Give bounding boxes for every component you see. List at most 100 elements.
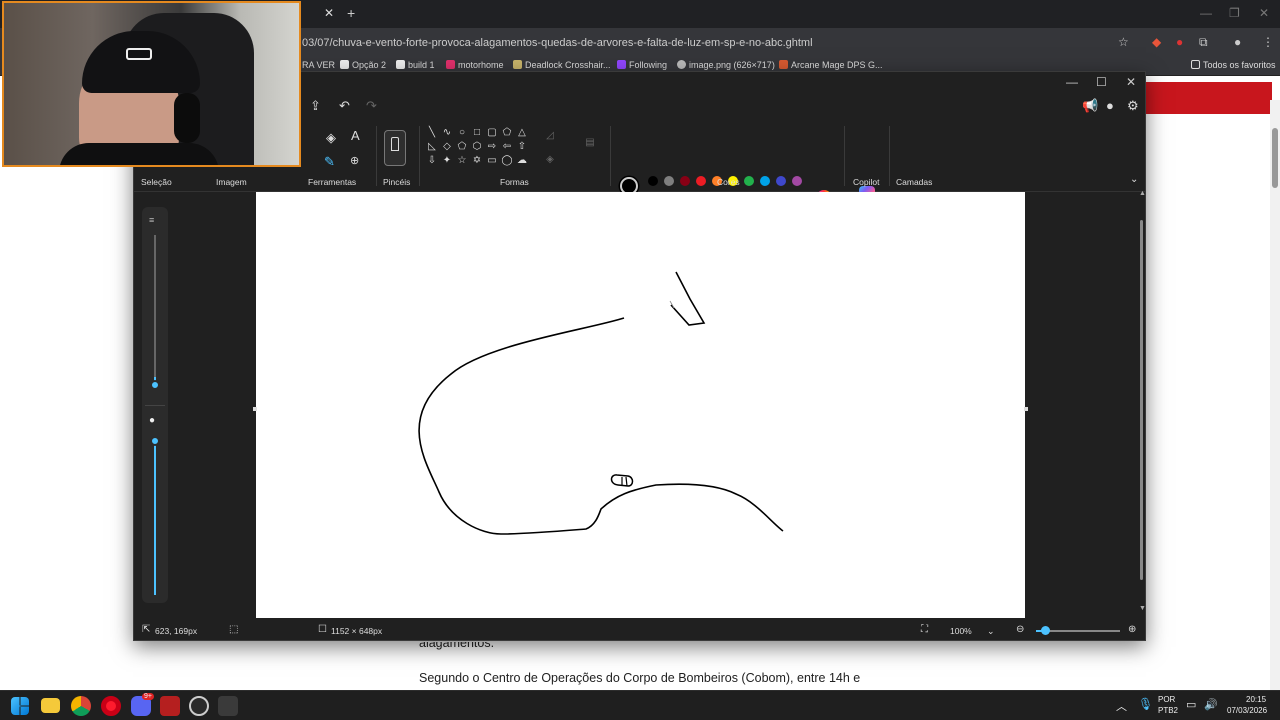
browser-minimize-icon[interactable]: — <box>1200 6 1212 20</box>
color-swatch[interactable] <box>792 176 802 186</box>
five-star-shape-icon[interactable]: ☆ <box>456 155 468 167</box>
paint-minimize-icon[interactable]: — <box>1066 75 1078 89</box>
color-swatch[interactable] <box>680 176 690 186</box>
paint-taskbar-icon[interactable] <box>218 696 238 716</box>
color-swatch[interactable] <box>648 176 658 186</box>
file-explorer-icon[interactable] <box>41 698 60 713</box>
page-scrollbar-thumb[interactable] <box>1272 128 1278 188</box>
paint-close-icon[interactable]: ✕ <box>1126 75 1136 89</box>
bookmark-item[interactable]: build 1 <box>396 60 435 70</box>
browser-menu-icon[interactable]: ⋮ <box>1262 35 1274 49</box>
bookmark-item[interactable]: RA VER <box>302 60 335 70</box>
resize-handle-left[interactable] <box>253 407 257 411</box>
left-arrow-shape-icon[interactable]: ⇦ <box>501 141 513 153</box>
resize-handle-right[interactable] <box>1024 407 1028 411</box>
down-arrow-shape-icon[interactable]: ⇩ <box>426 155 438 167</box>
cloud-callout-shape-icon[interactable]: ☁ <box>516 155 528 167</box>
zoom-dropdown-chevron-icon[interactable]: ⌄ <box>987 626 995 637</box>
fill-icon[interactable]: ▤ <box>584 137 596 149</box>
bookmark-item[interactable]: Deadlock Crosshair... <box>513 60 611 70</box>
six-star-shape-icon[interactable]: ✡ <box>471 155 483 167</box>
color-swatch[interactable] <box>664 176 674 186</box>
size-slider-knob[interactable] <box>150 380 160 390</box>
opacity-slider-knob[interactable] <box>150 436 160 446</box>
bookmark-item[interactable]: Following <box>617 60 667 70</box>
four-star-shape-icon[interactable]: ✦ <box>441 155 453 167</box>
line-shape-icon[interactable]: ╲ <box>426 127 438 139</box>
undo-icon[interactable]: ↶ <box>339 98 350 114</box>
network-icon[interactable]: ▭ <box>1186 698 1196 711</box>
color-swatch[interactable] <box>776 176 786 186</box>
new-tab-button[interactable]: + <box>347 5 355 21</box>
brushes-button[interactable] <box>384 130 406 166</box>
browser-close-icon[interactable]: ✕ <box>1259 6 1269 20</box>
up-arrow-shape-icon[interactable]: ⇧ <box>516 141 528 153</box>
opera-icon[interactable] <box>101 696 121 716</box>
callout-rect-shape-icon[interactable]: ▭ <box>486 155 498 167</box>
hexagon-shape-icon[interactable]: ⬡ <box>471 141 483 153</box>
group-label-brushes: Pincéis <box>383 177 411 187</box>
right-arrow-shape-icon[interactable]: ⇨ <box>486 141 498 153</box>
obs-icon[interactable] <box>189 696 209 716</box>
color-picker-icon[interactable]: ✎ <box>324 154 335 170</box>
polygon-shape-icon[interactable]: ⬠ <box>501 127 513 139</box>
paint-maximize-icon[interactable]: ☐ <box>1096 75 1107 89</box>
zoom-out-icon[interactable]: ⊖ <box>1016 624 1024 635</box>
zoom-in-icon[interactable]: ⊕ <box>1128 624 1136 635</box>
clock-time[interactable]: 20:15 <box>1246 695 1266 704</box>
account-icon[interactable]: ● <box>1106 98 1114 113</box>
bookmark-star-icon[interactable]: ☆ <box>1118 35 1129 49</box>
redo-icon[interactable]: ↷ <box>366 98 377 114</box>
rectangle-shape-icon[interactable]: □ <box>471 127 483 139</box>
tray-overflow-icon[interactable]: ︿ <box>1116 698 1127 714</box>
all-bookmarks-folder[interactable]: Todos os favoritos <box>1191 60 1276 70</box>
canvas-vertical-scrollbar[interactable]: ▲ ▼ <box>1138 190 1146 618</box>
close-tab-icon[interactable]: ✕ <box>324 6 334 20</box>
magnifier-icon[interactable]: ⊕ <box>350 154 359 167</box>
settings-gear-icon[interactable]: ⚙ <box>1127 98 1139 114</box>
fit-to-window-icon[interactable]: ⛶ <box>921 624 928 635</box>
canvas-scroll-thumb[interactable] <box>1140 220 1143 580</box>
fill-bucket-icon[interactable]: ◈ <box>326 130 336 146</box>
chrome-icon[interactable] <box>71 696 91 716</box>
color-swatch[interactable] <box>744 176 754 186</box>
start-button[interactable] <box>11 697 29 715</box>
share-icon[interactable]: ⇪ <box>310 98 321 114</box>
browser-restore-icon[interactable]: ❐ <box>1229 6 1240 20</box>
color-swatch[interactable] <box>696 176 706 186</box>
zoom-level-select[interactable]: 100% <box>950 626 972 636</box>
page-scrollbar[interactable] <box>1270 100 1280 690</box>
pentagon-shape-icon[interactable]: ⬠ <box>456 141 468 153</box>
microphone-icon[interactable]: 🎙 <box>1138 697 1153 711</box>
bookmark-item[interactable]: Opção 2 <box>340 60 386 70</box>
rounded-rect-shape-icon[interactable]: ▢ <box>486 127 498 139</box>
address-bar-url[interactable]: 03/07/chuva-e-vento-forte-provoca-alagam… <box>302 37 813 49</box>
right-triangle-shape-icon[interactable]: ◺ <box>426 141 438 153</box>
extension-icon[interactable]: ◆ <box>1152 35 1161 49</box>
keyboard-lang-bottom[interactable]: PTB2 <box>1158 706 1178 715</box>
curve-shape-icon[interactable]: ∿ <box>441 127 453 139</box>
bookmark-item[interactable]: motorhome <box>446 60 504 70</box>
diamond-shape-icon[interactable]: ◇ <box>441 141 453 153</box>
keyboard-lang-top[interactable]: POR <box>1158 695 1175 704</box>
triangle-shape-icon[interactable]: △ <box>516 127 528 139</box>
size-slider-track[interactable] <box>154 235 156 385</box>
color-swatch[interactable] <box>760 176 770 186</box>
extensions-puzzle-icon[interactable]: ⧉ <box>1199 35 1208 50</box>
callout-oval-shape-icon[interactable]: ◯ <box>501 155 513 167</box>
feedback-megaphone-icon[interactable]: 📢 <box>1082 98 1098 114</box>
streaming-app-icon[interactable] <box>160 696 180 716</box>
ribbon-collapse-chevron-icon[interactable]: ⌄ <box>1130 174 1138 185</box>
profile-avatar-icon[interactable]: ● <box>1234 35 1241 49</box>
shape-fill-icon[interactable]: ◈ <box>544 154 556 166</box>
bookmark-item[interactable]: image.png (626×717) <box>677 60 775 70</box>
clock-date[interactable]: 07/03/2026 <box>1227 706 1267 715</box>
outline-icon[interactable]: ◿ <box>544 130 556 142</box>
oval-shape-icon[interactable]: ○ <box>456 127 468 139</box>
bookmark-item[interactable]: Arcane Mage DPS G... <box>779 60 883 70</box>
drawing-canvas[interactable] <box>256 192 1025 618</box>
text-tool-icon[interactable]: A <box>351 128 360 143</box>
zoom-slider-knob[interactable] <box>1041 626 1050 635</box>
extension-icon-2[interactable]: ● <box>1176 35 1183 49</box>
volume-icon[interactable]: 🔊 <box>1204 698 1218 711</box>
